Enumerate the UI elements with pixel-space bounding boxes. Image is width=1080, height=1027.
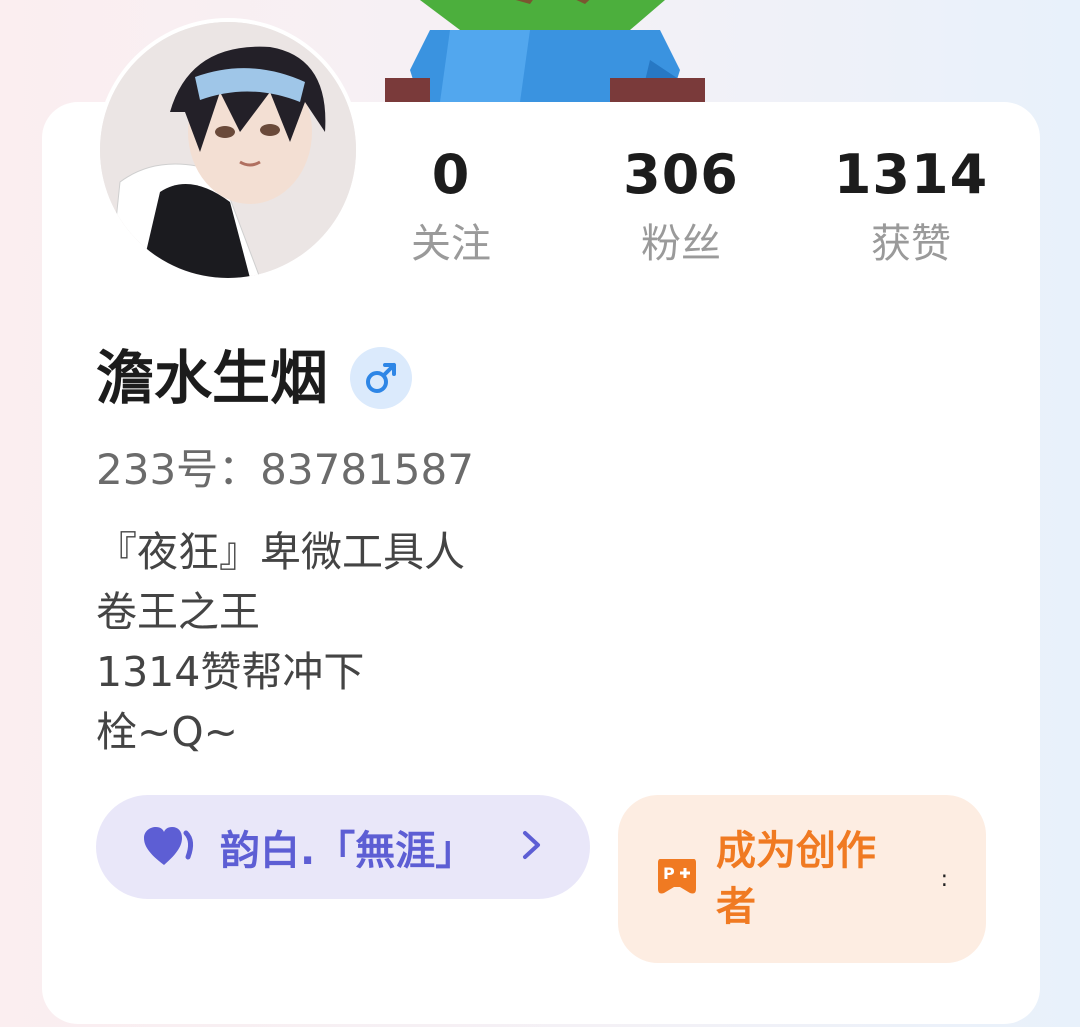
user-id[interactable]: 233号：83781587 [96, 438, 474, 502]
more-dots: : [940, 867, 948, 892]
gamepad-icon: P [656, 855, 698, 903]
chevron-right-icon [520, 825, 544, 869]
stat-followers[interactable]: 306 粉丝 [571, 140, 791, 274]
become-creator-button[interactable]: P 成为创作者 : [618, 795, 986, 963]
svg-text:P: P [663, 864, 675, 883]
bio-line: 卷王之王 [96, 588, 260, 636]
guild-button[interactable]: 韵白.「無涯」 [96, 795, 590, 899]
bio-line: 『夜狂』卑微工具人 [96, 528, 465, 576]
bio-line: 栓~Q~ [96, 708, 238, 756]
header-character-illustration [380, 0, 710, 110]
following-count: 0 [431, 143, 471, 206]
avatar[interactable] [96, 18, 360, 282]
male-gender-icon [350, 347, 413, 409]
stat-following[interactable]: 0 关注 [341, 140, 561, 274]
stat-likes[interactable]: 1314 获赞 [801, 140, 1021, 274]
heart-icon [144, 827, 200, 867]
guild-label: 韵白.「無涯」 [220, 828, 476, 874]
followers-count: 306 [623, 143, 739, 206]
name-row: 澹水生烟 [96, 340, 413, 416]
become-creator-label: 成为创作者 [716, 828, 876, 930]
followers-label: 粉丝 [641, 221, 721, 267]
bio-line: 1314赞帮冲下 [96, 648, 365, 696]
likes-count: 1314 [833, 143, 989, 206]
following-label: 关注 [411, 221, 491, 267]
user-name: 澹水生烟 [96, 344, 329, 412]
likes-label: 获赞 [871, 221, 951, 267]
bio: 『夜狂』卑微工具人 卷王之王 1314赞帮冲下 栓~Q~ [96, 522, 465, 762]
